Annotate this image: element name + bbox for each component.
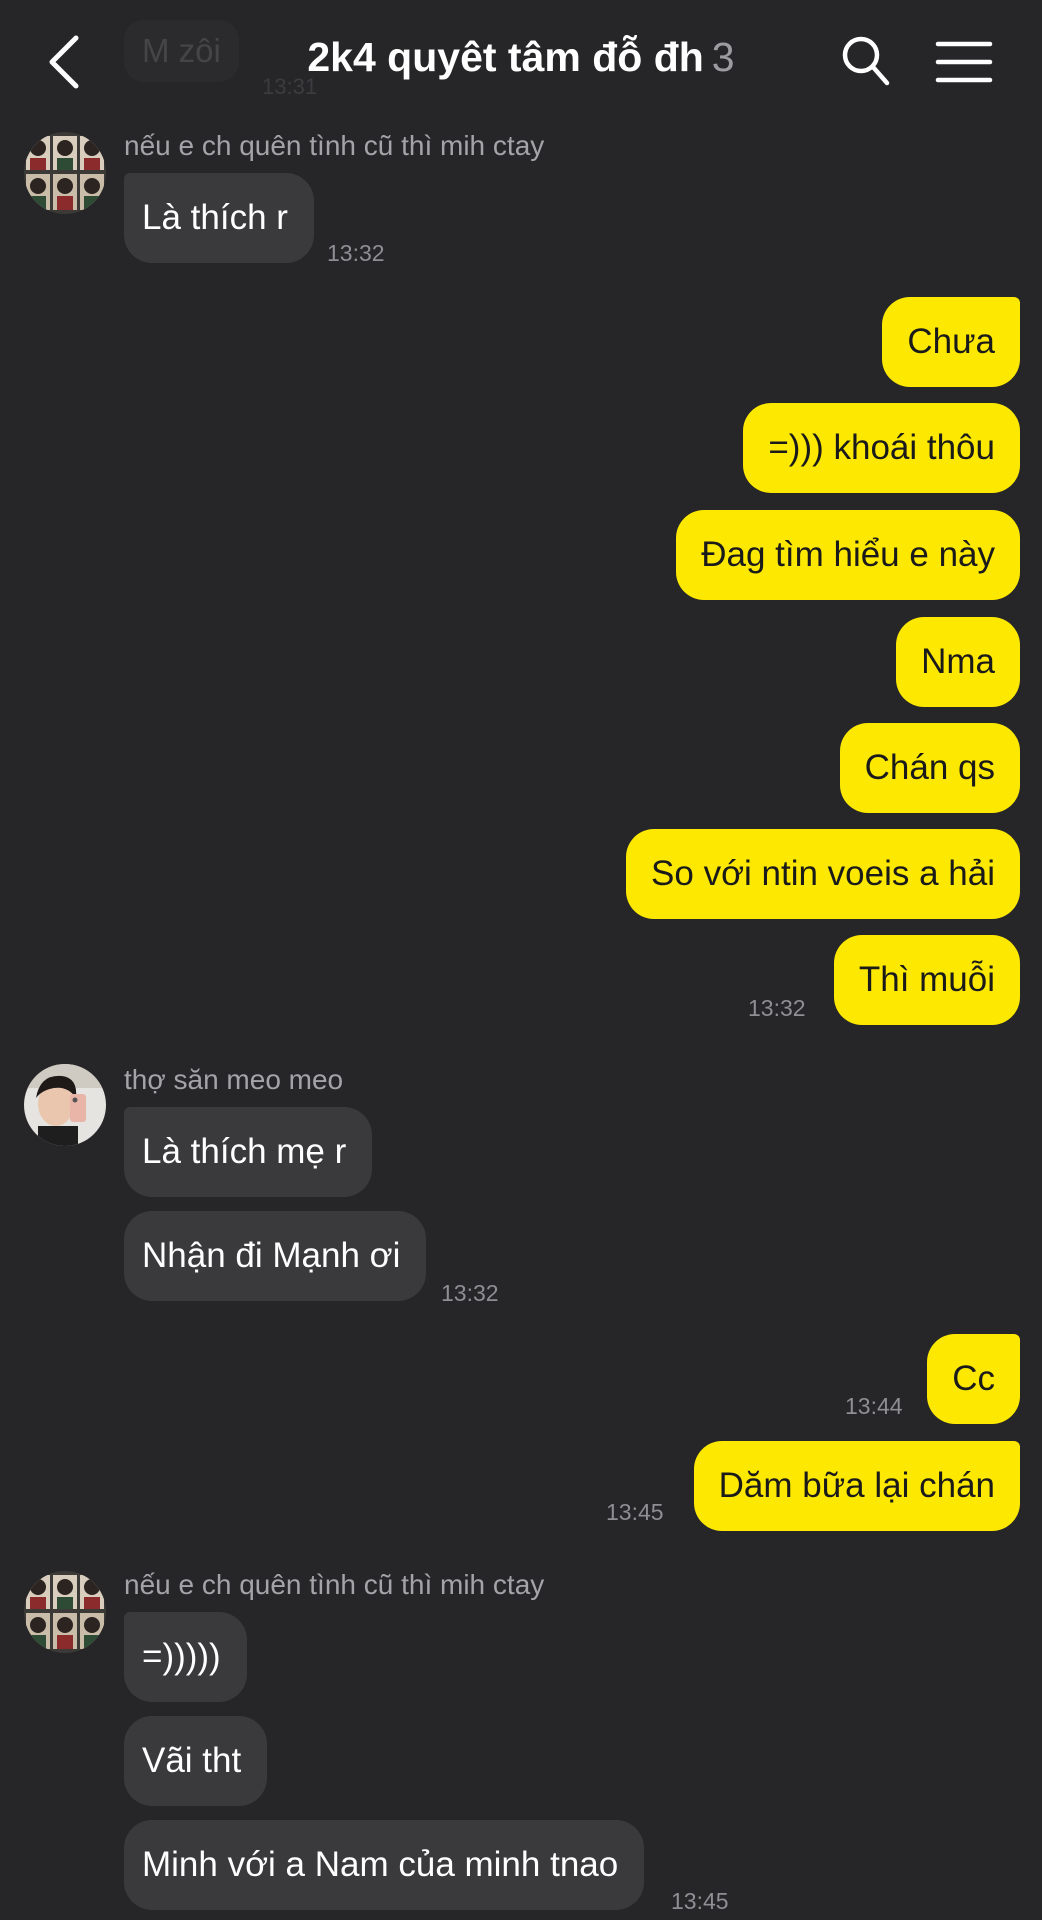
message-time: 13:44 [845,1393,903,1419]
incoming-message[interactable]: Nhận đi Mạnh ơi [124,1211,427,1301]
outgoing-message[interactable]: Đag tìm hiểu e này [676,510,1020,600]
outgoing-message[interactable]: Chán qs [839,723,1020,813]
message-time: 13:32 [441,1280,499,1306]
group-name: 2k4 quyêt tâm đỗ đh [307,34,704,80]
menu-button[interactable] [934,38,994,86]
back-button[interactable] [38,30,98,94]
outgoing-message[interactable]: Nma [896,617,1020,707]
incoming-message[interactable]: Là thích mẹ r [124,1107,373,1197]
outgoing-message[interactable]: =))) khoái thôu [743,403,1020,493]
incoming-message[interactable]: =))))) [124,1612,247,1702]
chat-header: 2k4 quyêt tâm đỗ đh 3 [0,0,1042,125]
chat-title: 2k4 quyêt tâm đỗ đh 3 [150,34,892,81]
outgoing-message[interactable]: Cc [927,1334,1020,1424]
outgoing-message[interactable]: Chưa [882,297,1020,387]
outgoing-message[interactable]: So với ntin voeis a hải [626,829,1020,919]
message-time: 13:45 [671,1888,729,1914]
incoming-message[interactable]: Vãi tht [124,1716,268,1806]
sender-name: nếu e ch quên tình cũ thì mih ctay [124,130,545,161]
message-time: 13:32 [327,240,385,266]
member-count: 3 [711,34,735,80]
message-time: 13:32 [748,995,806,1021]
search-icon [842,36,890,86]
incoming-message[interactable]: Là thích r [124,173,314,263]
back-icon [49,35,79,89]
message-time: 13:45 [606,1499,664,1525]
outgoing-message[interactable]: Thì muỗi [833,935,1020,1025]
incoming-message[interactable]: Minh với a Nam của minh tnao [124,1820,645,1910]
menu-icon [935,41,993,83]
sender-avatar[interactable] [24,132,106,214]
sender-name: thợ săn meo meo [124,1064,344,1095]
search-button[interactable] [840,34,892,90]
sender-avatar[interactable] [24,1064,106,1146]
outgoing-message[interactable]: Dăm bữa lại chán [693,1441,1020,1531]
sender-avatar[interactable] [24,1571,106,1653]
sender-name: nếu e ch quên tình cũ thì mih ctay [124,1569,545,1600]
